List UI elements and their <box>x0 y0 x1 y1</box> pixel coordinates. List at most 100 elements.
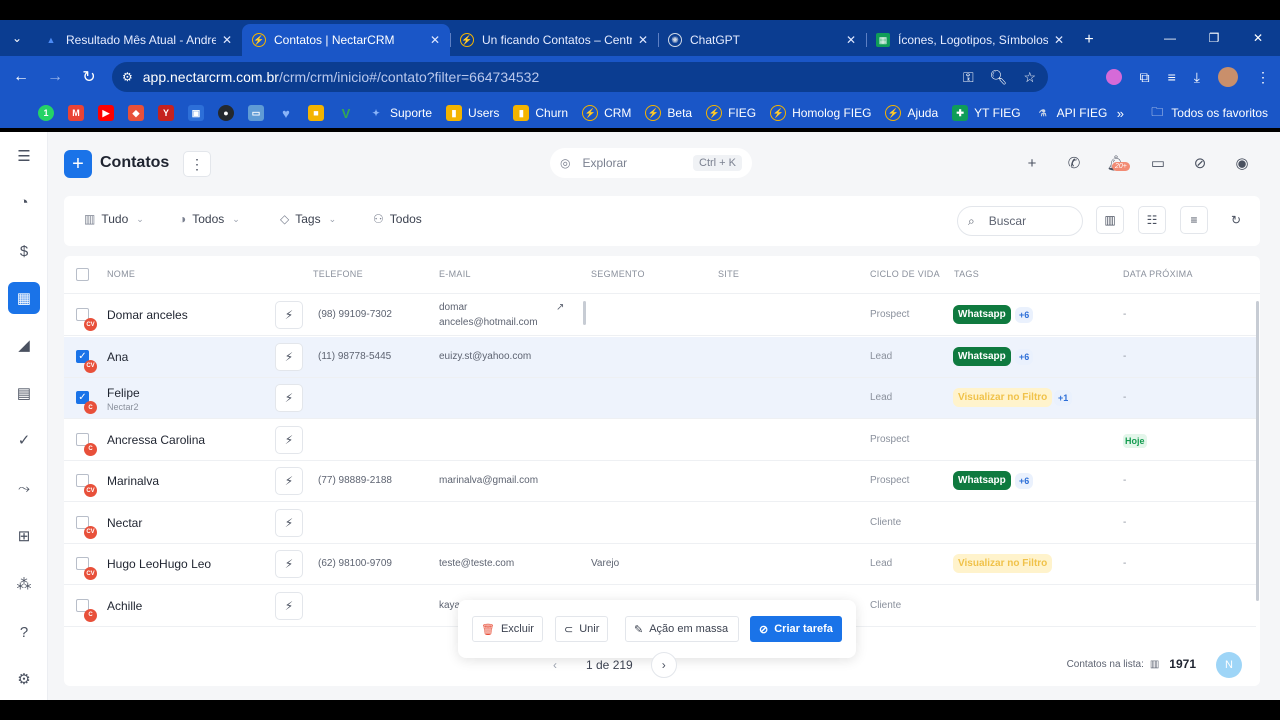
table-row[interactable]: CV Marinalva ⚡︎ (77) 98889-2188 marinalva@gm… <box>64 461 1256 502</box>
col-site[interactable]: SITE <box>718 269 739 279</box>
column-resize-handle[interactable] <box>583 301 586 325</box>
quick-action-button[interactable]: ⚡︎ <box>275 508 303 537</box>
whatsapp-bookmark-icon[interactable]: 1 <box>38 105 54 121</box>
table-row[interactable]: ✓ C Felipe Nectar2 ⚡︎ Lead Visualizar no Filtr… <box>64 378 1256 419</box>
calendar-icon[interactable]: ▤ <box>8 377 40 409</box>
support-chat-avatar[interactable]: N <box>1216 652 1242 678</box>
profile-avatar[interactable] <box>1218 67 1238 87</box>
settings-icon[interactable]: ⚙ <box>8 663 40 695</box>
contact-name[interactable]: Hugo LeoHugo Leo <box>107 557 211 571</box>
browser-tab[interactable]: ⚡ Un ficando Contatos – Centr ✕ <box>450 24 658 56</box>
more-tags-badge[interactable]: +6 <box>1015 307 1034 323</box>
automation-icon[interactable]: ⤳ <box>8 472 40 504</box>
table-row[interactable]: CV Domar anceles ⚡︎ (98) 99109-7302 domar anc… <box>64 295 1256 336</box>
all-bookmarks[interactable]: 🗀 Todos os favoritos <box>1151 98 1268 128</box>
table-scrollbar[interactable] <box>1256 301 1259 601</box>
contact-name[interactable]: Marinalva <box>107 474 159 488</box>
email-cell[interactable]: teste@teste.com <box>439 558 514 569</box>
email-cell-line2[interactable]: anceles@hotmail.com <box>439 317 538 328</box>
unir-button[interactable]: ⊂ Unir <box>555 616 609 642</box>
site-settings-icon[interactable]: ⚙ <box>122 70 133 84</box>
search-input[interactable]: ⌕ Buscar <box>957 206 1083 236</box>
integrations-icon[interactable]: ⁂ <box>8 568 40 600</box>
phone-cell[interactable]: (62) 98100-9709 <box>318 558 392 569</box>
quick-action-button[interactable]: ⚡︎ <box>275 425 303 454</box>
bookmark-item[interactable]: ⚡ Ajuda <box>885 105 938 121</box>
tag-badge[interactable]: Whatsapp <box>953 305 1011 324</box>
reports-icon[interactable]: ◢ <box>8 329 40 361</box>
table-row[interactable]: CV Hugo LeoHugo Leo ⚡︎ (62) 98100-9709 teste… <box>64 544 1256 585</box>
phone-cell[interactable]: (77) 98889-2188 <box>318 475 392 486</box>
col-ciclo-de-vida[interactable]: CICLO DE VIDA <box>870 269 940 279</box>
col-segmento[interactable]: SEGMENTO <box>591 269 645 279</box>
filter-tudo[interactable]: ▥ Tudo ⌄ <box>84 212 144 226</box>
phone-cell[interactable]: (11) 98778-5445 <box>318 351 391 362</box>
quick-action-button[interactable]: ⚡︎ <box>275 301 303 329</box>
close-window-icon[interactable]: ✕ <box>1236 20 1280 56</box>
minimize-icon[interactable]: — <box>1148 20 1192 56</box>
phone-cell[interactable]: (98) 99109-7302 <box>318 309 392 320</box>
download-icon[interactable]: ⤓ <box>1194 69 1200 86</box>
youtube-bookmark-icon[interactable]: ▶ <box>98 105 114 121</box>
quick-action-button[interactable]: ⚡︎ <box>275 384 303 412</box>
adjust-filters-button[interactable]: ☷ <box>1138 206 1166 234</box>
contact-name[interactable]: Achille <box>107 599 142 613</box>
contact-name[interactable]: Domar anceles <box>107 308 188 322</box>
criar-tarefa-button[interactable]: ⊘ Criar tarefa <box>750 616 842 642</box>
phone-icon[interactable]: ✆ <box>1064 152 1084 174</box>
contact-name[interactable]: Ana <box>107 350 128 364</box>
email-cell[interactable]: euizy.st@yahoo.com <box>439 351 531 362</box>
address-bar[interactable]: ⚙ app.nectarcrm.com.br/crm/crm/inicio#/c… <box>112 62 1048 92</box>
next-page-icon[interactable]: › <box>650 652 677 678</box>
col-nome[interactable]: NOME <box>107 269 135 279</box>
quick-action-button[interactable]: ⚡︎ <box>275 342 303 371</box>
contact-name[interactable]: Nectar <box>107 516 142 530</box>
browser-tab-active[interactable]: ⚡ Contatos | NectarCRM ✕ <box>242 24 450 56</box>
task-check-icon[interactable]: ⊘ <box>1190 152 1210 174</box>
acao-em-massa-button[interactable]: ✎ Ação em massa <box>625 616 739 642</box>
prev-page-icon[interactable]: ‹ <box>542 652 568 678</box>
table-row[interactable]: ✓ CV Ana ⚡︎ (11) 98778-5445 euizy.st@yahoo.co… <box>64 336 1256 378</box>
zoom-icon[interactable]: 🔍︎ <box>990 69 1008 86</box>
bookmark-item[interactable]: ✦ Suporte <box>368 105 432 121</box>
quick-action-button[interactable]: ⚡︎ <box>275 591 303 620</box>
tag-badge[interactable]: Whatsapp <box>953 471 1011 490</box>
browser-tab[interactable]: ✺ ChatGPT ✕ <box>658 24 866 56</box>
browser-tab[interactable]: ▲ Resultado Mês Atual - Andre ✕ <box>34 24 242 56</box>
filter-responsaveis[interactable]: ⚇ Todos <box>373 212 422 226</box>
monitor-bookmark-icon[interactable]: ▭ <box>248 105 264 121</box>
heart-bookmark-icon[interactable]: ♥ <box>278 105 294 121</box>
bookmark-item[interactable]: ⚡ Homolog FIEG <box>770 105 871 121</box>
gmail-bookmark-icon[interactable]: M <box>68 105 84 121</box>
bookmark-item[interactable]: ⚡ FIEG <box>706 105 756 121</box>
menu-dots-icon[interactable]: ⋮ <box>1256 69 1270 86</box>
close-tab-icon[interactable]: ✕ <box>846 33 856 47</box>
dollar-icon[interactable]: $ <box>8 235 40 267</box>
key-icon[interactable]: ⚿ <box>963 69 974 86</box>
contact-name[interactable]: Ancressa Carolina <box>107 433 205 447</box>
v-bookmark-icon[interactable]: V <box>338 105 354 121</box>
bookmark-item[interactable]: ✚ YT FIEG <box>952 105 1021 121</box>
github-bookmark-icon[interactable]: ● <box>218 105 234 121</box>
more-options-button[interactable]: ⋮ <box>183 151 211 177</box>
email-cell[interactable]: marinalva@gmail.com <box>439 475 538 486</box>
help-icon[interactable]: ? <box>8 616 40 648</box>
bookmark-item[interactable]: ▮ Churn <box>513 105 568 121</box>
table-row[interactable]: CV Nectar ⚡︎ Cliente - <box>64 502 1256 544</box>
col-telefone[interactable]: TELEFONE <box>313 269 363 279</box>
app-bookmark-icon[interactable]: ◆ <box>128 105 144 121</box>
col-tags[interactable]: TAGS <box>954 269 979 279</box>
user-avatar-icon[interactable]: ◉ <box>1232 152 1252 174</box>
menu-icon[interactable]: ☰ <box>8 140 40 172</box>
extension-icon[interactable] <box>1105 69 1122 85</box>
close-tab-icon[interactable]: ✕ <box>638 33 648 47</box>
excluir-button[interactable]: 🗑︎ Excluir <box>472 616 543 642</box>
more-tags-badge[interactable]: +6 <box>1015 473 1034 489</box>
refresh-button[interactable]: ↻ <box>1222 206 1250 234</box>
close-tab-icon[interactable]: ✕ <box>1054 33 1064 47</box>
back-icon[interactable]: ← <box>4 60 38 94</box>
bookmark-item[interactable]: ⚗ API FIEG <box>1035 105 1108 121</box>
bookmark-star-icon[interactable]: ☆ <box>1023 69 1036 86</box>
forward-icon[interactable]: → <box>38 60 72 94</box>
tag-badge[interactable]: Visualizar no Filtro <box>953 388 1053 407</box>
